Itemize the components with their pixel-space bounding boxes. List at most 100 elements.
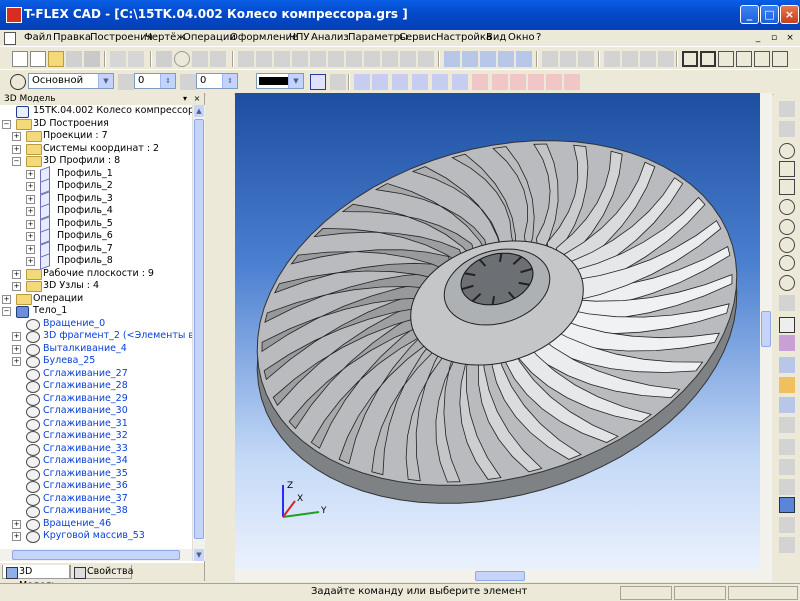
window-tile-icon[interactable] [736, 51, 752, 67]
scrollbar-thumb[interactable] [475, 571, 525, 581]
expand-icon[interactable]: + [12, 357, 21, 366]
zoom-window-icon[interactable] [779, 161, 795, 177]
expand-icon[interactable]: + [26, 244, 35, 254]
filter-icon[interactable] [310, 74, 326, 90]
tree-item[interactable]: + Профиль_5 [0, 215, 190, 233]
select-path-icon[interactable] [564, 74, 580, 90]
select-axis-icon[interactable] [528, 74, 544, 90]
orbit-icon[interactable] [779, 275, 795, 291]
viewport-horizontal-scrollbar[interactable] [235, 570, 772, 582]
priority-field[interactable]: 0 ⇕ [196, 73, 238, 89]
level-icon[interactable] [118, 74, 134, 90]
expand-icon[interactable]: + [12, 519, 21, 529]
tree-item[interactable]: + Профиль_3 [0, 190, 190, 208]
layers-icon[interactable] [640, 51, 656, 67]
compressor-wheel-model[interactable]: Z Y X [235, 93, 772, 581]
collapse-icon[interactable]: − [12, 157, 21, 166]
tree-item[interactable]: − Тело_1 [0, 305, 190, 318]
measure-icon[interactable] [560, 51, 576, 67]
menu-settings[interactable]: Настройка [436, 32, 492, 43]
menu-drawing[interactable]: Чертёж [145, 32, 185, 43]
extrude-icon[interactable] [444, 51, 460, 67]
tree-item[interactable]: Сглаживание_34 [0, 455, 190, 468]
tree-item[interactable]: +3D фрагмент_2 (<Элементы ва [0, 330, 192, 343]
select-profile-icon[interactable] [472, 74, 488, 90]
projection-icon[interactable] [418, 51, 434, 67]
menu-construct[interactable]: Построения [90, 32, 153, 43]
window-split-icon[interactable] [718, 51, 734, 67]
tab-3d-model[interactable]: 3D Модель [2, 565, 70, 591]
expand-icon[interactable]: + [26, 257, 35, 266]
scroll-down-icon[interactable]: ▼ [194, 549, 204, 561]
menu-window[interactable]: Окно [508, 32, 535, 43]
circle-icon[interactable] [174, 51, 190, 67]
expand-icon[interactable]: + [26, 194, 35, 204]
export-icon[interactable] [128, 51, 144, 67]
spin-icon[interactable]: ⇕ [222, 74, 237, 88]
expand-icon[interactable]: + [26, 182, 35, 191]
tree-item[interactable]: + Операции [0, 293, 190, 305]
pan-icon[interactable] [779, 255, 795, 271]
tree-item[interactable]: + Профиль_2 [0, 178, 190, 195]
tree-item[interactable]: + Профиль_4 [0, 203, 190, 220]
chevron-down-icon[interactable]: ▼ [98, 74, 113, 88]
select-body-icon[interactable] [392, 74, 408, 90]
expand-icon[interactable]: + [12, 132, 21, 141]
scrollbar-thumb[interactable] [194, 119, 204, 539]
tree-item[interactable]: Сглаживание_36 [0, 480, 190, 493]
rotate-view-icon[interactable] [779, 357, 795, 373]
search-icon[interactable] [110, 51, 126, 67]
perspective-icon[interactable] [779, 517, 795, 533]
color-select[interactable]: ▼ [256, 73, 304, 89]
menu-analysis[interactable]: Анализ [311, 32, 349, 43]
zoom-in-icon[interactable] [779, 143, 795, 159]
select-face-icon[interactable] [372, 74, 388, 90]
eraser-icon[interactable] [779, 121, 795, 137]
tree-item[interactable]: 15TK.04.002 Колесо компрессора.grs [0, 105, 192, 118]
variables-icon[interactable] [578, 51, 594, 67]
expand-icon[interactable]: + [12, 332, 21, 341]
window-cascade-icon[interactable] [754, 51, 770, 67]
rotate-icon[interactable] [462, 51, 478, 67]
viewport-vertical-scrollbar[interactable] [760, 93, 772, 581]
section-icon[interactable] [779, 417, 795, 433]
block-icon[interactable] [382, 51, 398, 67]
menu-help[interactable]: ? [536, 32, 541, 43]
attach-icon[interactable] [542, 51, 558, 67]
bom-icon[interactable] [328, 51, 344, 67]
tree-item[interactable]: Сглаживание_30 [0, 405, 190, 418]
tree-item[interactable]: Вращение_0 [0, 318, 190, 331]
tree-item[interactable]: + Профиль_6 [0, 228, 190, 245]
spin-icon[interactable]: ⇕ [160, 74, 175, 88]
expand-icon[interactable]: + [12, 269, 21, 279]
mdi-minimize-button[interactable]: _ [752, 33, 764, 44]
tree-item[interactable]: Сглаживание_33 [0, 443, 190, 456]
minimize-button[interactable]: _ [740, 5, 759, 24]
expand-icon[interactable]: + [26, 207, 35, 216]
style-icon[interactable] [330, 74, 346, 90]
zoom-icon[interactable] [779, 199, 795, 215]
expand-icon[interactable]: + [12, 532, 21, 541]
loft-icon[interactable] [480, 51, 496, 67]
fillet-icon[interactable] [516, 51, 532, 67]
text-icon[interactable] [256, 51, 272, 67]
scrollbar-thumb[interactable] [761, 311, 771, 347]
tree-item[interactable]: + Рабочие плоскости : 9 [0, 268, 190, 280]
fit-icon[interactable] [779, 179, 795, 195]
expand-icon[interactable]: + [2, 294, 11, 304]
table-icon[interactable] [310, 51, 326, 67]
expand-icon[interactable]: + [26, 169, 35, 179]
menu-format[interactable]: Оформление [230, 32, 298, 43]
tree-item[interactable]: Сглаживание_27 [0, 368, 190, 381]
select-vertex-icon[interactable] [412, 74, 428, 90]
tree-item[interactable]: Сглаживание_29 [0, 393, 190, 406]
priority-icon[interactable] [180, 74, 196, 90]
line-icon[interactable] [156, 51, 172, 67]
boolean-icon[interactable] [498, 51, 514, 67]
chevron-down-icon[interactable]: ▼ [288, 74, 303, 88]
refresh-icon[interactable] [779, 295, 795, 311]
picture-icon[interactable] [364, 51, 380, 67]
mdi-restore-button[interactable]: ▫ [768, 33, 780, 44]
tree-item[interactable]: − 3D Построения [0, 118, 190, 130]
new-icon[interactable] [12, 51, 28, 67]
